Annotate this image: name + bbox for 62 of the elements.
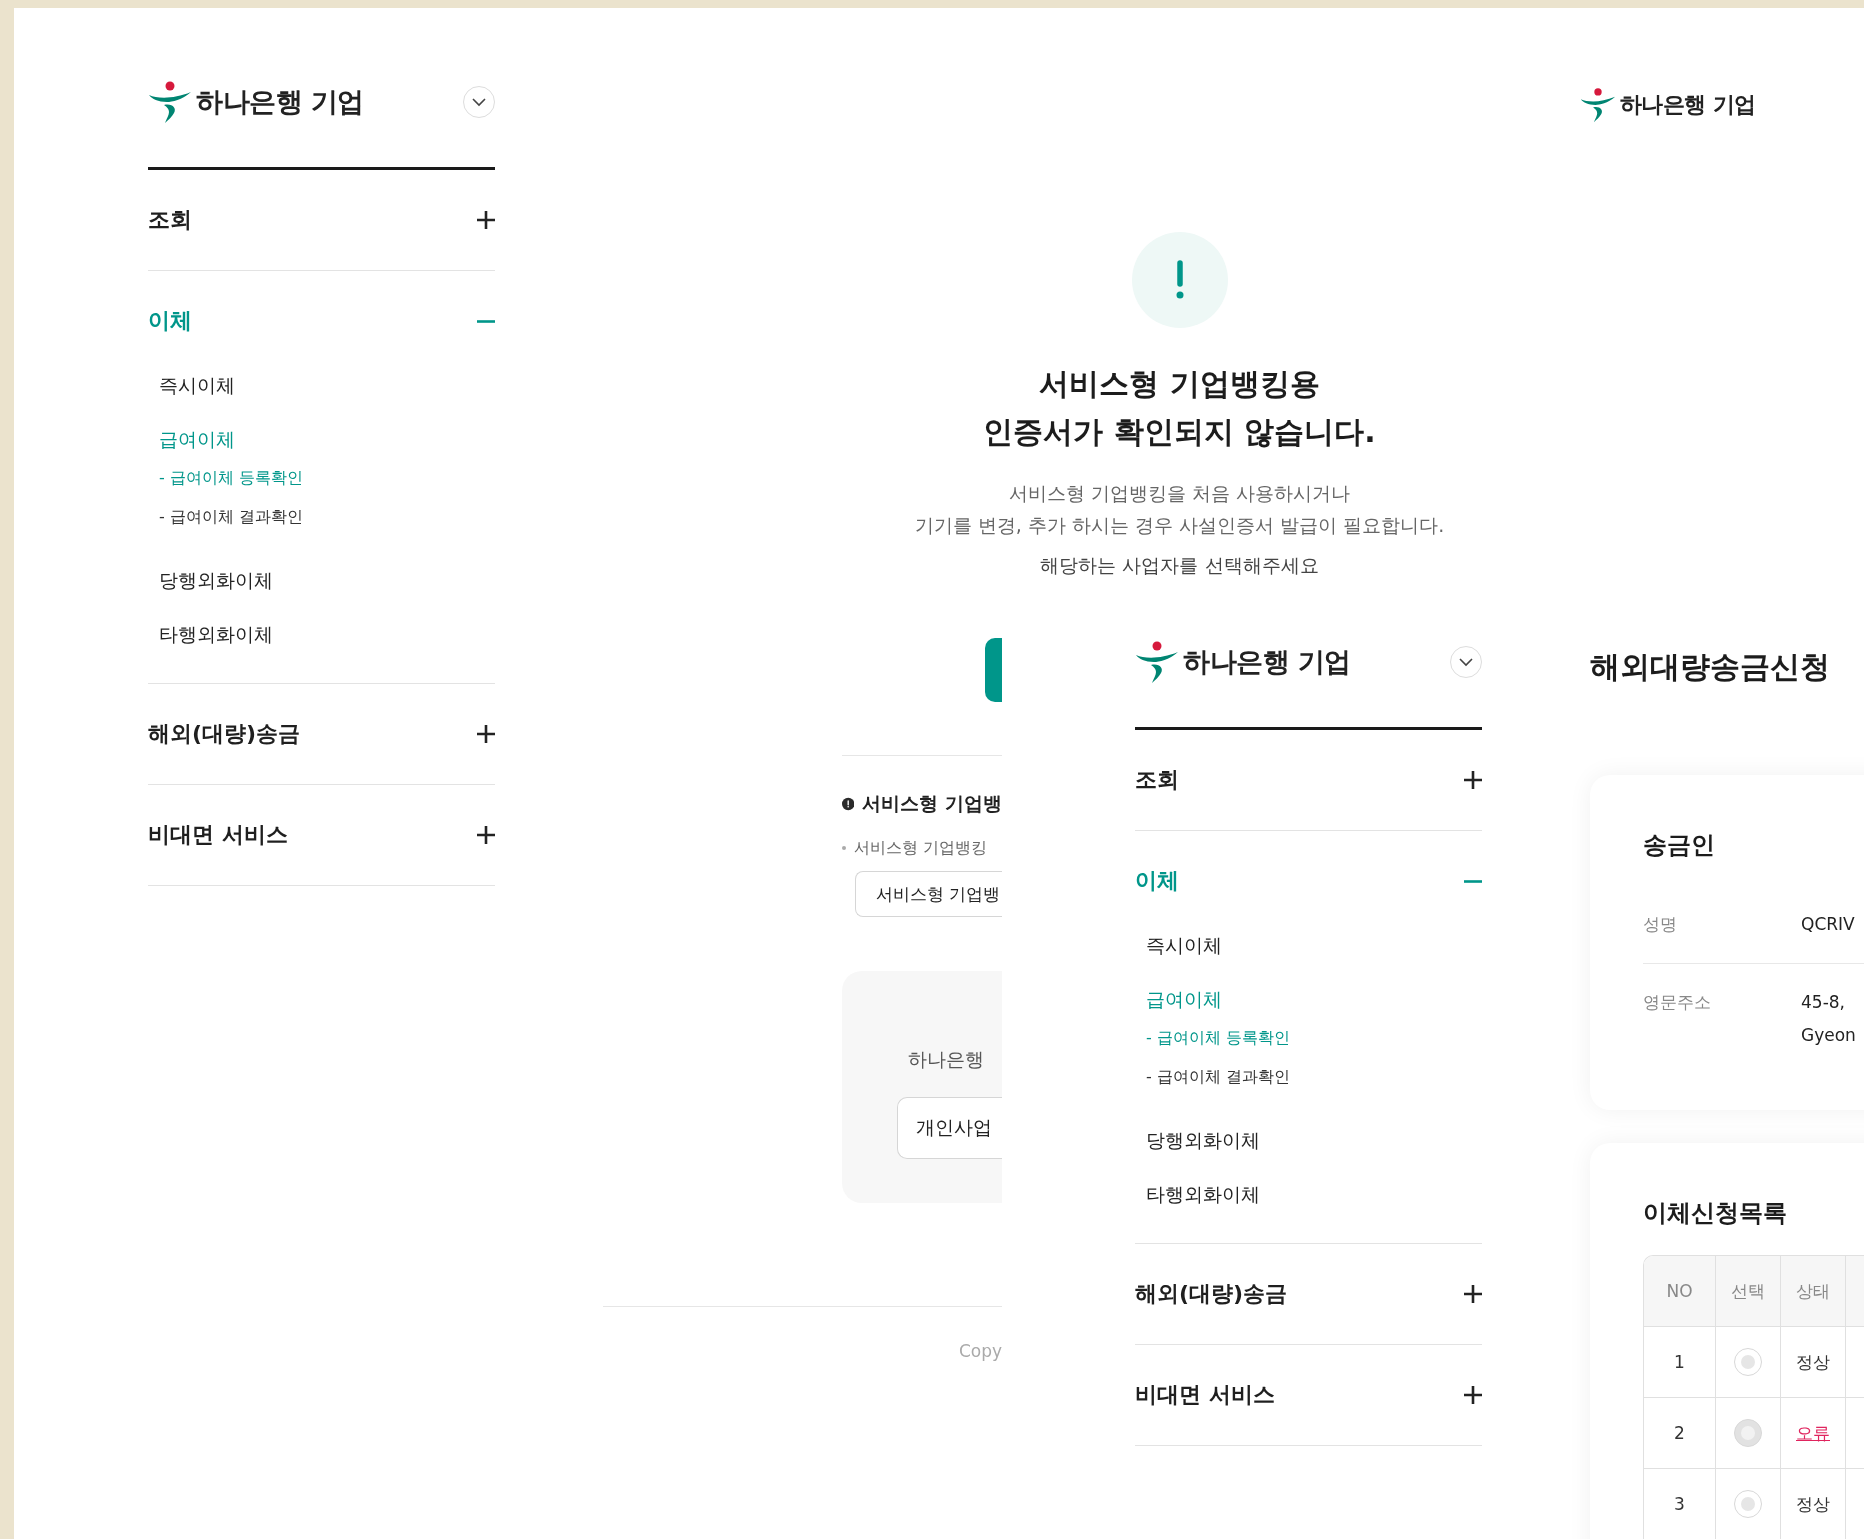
plus-icon (477, 211, 495, 229)
logo-text: 하나은행 기업 (1619, 91, 1756, 119)
bullet-dot (842, 846, 846, 850)
menu-section[interactable]: 비대면 서비스 (1135, 1345, 1482, 1445)
radio-button[interactable] (1734, 1348, 1762, 1376)
outline-button[interactable]: 서비스형 기업뱅 (855, 871, 1002, 917)
menu-section[interactable]: 이체 (1135, 831, 1482, 931)
field-label: 영문주소 (1643, 991, 1712, 1014)
table-cell: 3 (1644, 1469, 1716, 1539)
logo-icon (148, 80, 192, 124)
menu-item[interactable]: 즉시이체 (1146, 932, 1222, 960)
menu-item[interactable]: 당행외화이체 (159, 567, 273, 595)
field-label: 성명 (1643, 913, 1678, 936)
card-title: 송금인 (1643, 830, 1716, 861)
menu-section[interactable]: 이체 (148, 271, 495, 371)
logo-text: 하나은행 기업 (1183, 645, 1351, 679)
menu-item[interactable]: 당행외화이체 (1146, 1127, 1260, 1155)
menu-item[interactable]: 타행외화이체 (159, 621, 273, 649)
dropdown-button[interactable] (463, 86, 495, 118)
submenu-item[interactable]: - 급여이체 결과확인 (1146, 1065, 1290, 1089)
logo-icon (1135, 640, 1179, 684)
menu-section[interactable]: 해외(대량)송금 (1135, 1244, 1482, 1344)
confirm-button[interactable] (985, 638, 1002, 702)
dropdown-button[interactable] (1450, 646, 1482, 678)
plus-icon (1464, 1386, 1482, 1404)
menu-item[interactable]: 급여이체 (1146, 986, 1222, 1014)
page-title: 해외대량송금신청 (1590, 648, 1831, 686)
plus-icon (1464, 771, 1482, 789)
menu-item[interactable]: 타행외화이체 (1146, 1181, 1260, 1209)
card-title: 이체신청목록 (1643, 1198, 1788, 1229)
notice-heading: 서비스형 기업뱅 (862, 791, 1002, 816)
business-type-button[interactable]: 개인사업 (897, 1097, 1002, 1159)
alert-description: 서비스형 기업뱅킹을 처음 사용하시거나 기기를 변경, 추가 하시는 경우 사설인증서 발급이 필요합니다. (914, 481, 1445, 538)
warning-icon (842, 795, 855, 813)
menu-section[interactable]: 조회 (148, 170, 495, 270)
field-value: QCRIV (1801, 913, 1856, 936)
logo-icon (1579, 87, 1616, 123)
menu-section[interactable]: 해외(대량)송금 (148, 684, 495, 784)
plus-icon (477, 826, 495, 844)
field-value: 45-8, Gyeon (1801, 991, 1857, 1047)
submenu-item[interactable]: - 급여이체 등록확인 (1146, 1026, 1290, 1050)
menu-section[interactable]: 비대면 서비스 (148, 785, 495, 885)
minus-icon (477, 319, 495, 323)
prompt-text: 해당하는 사업자를 선택해주세요 (1040, 553, 1319, 578)
menu-item[interactable]: 급여이체 (159, 426, 235, 454)
chevron-down-icon (1459, 657, 1473, 667)
table-cell: 정상 (1781, 1469, 1846, 1539)
alert-title: 서비스형 기업뱅킹용 인증서가 확인되지 않습니다. (983, 365, 1376, 451)
logo-text: 하나은행 기업 (196, 85, 364, 119)
notice-text: 서비스형 기업뱅킹 (854, 837, 988, 859)
submenu-item[interactable]: - 급여이체 등록확인 (159, 466, 303, 490)
menu-section[interactable]: 조회 (1135, 730, 1482, 830)
plus-icon (477, 725, 495, 743)
chevron-down-icon (472, 97, 486, 107)
plus-icon (1464, 1285, 1482, 1303)
minus-icon (1464, 879, 1482, 883)
exclamation-icon (1174, 260, 1185, 300)
card-text: 하나은행 (908, 1047, 985, 1072)
radio-button[interactable] (1734, 1490, 1762, 1518)
menu-item[interactable]: 즉시이체 (159, 372, 235, 400)
copyright-text: Copy (958, 1341, 1002, 1361)
submenu-item[interactable]: - 급여이체 결과확인 (159, 505, 303, 529)
